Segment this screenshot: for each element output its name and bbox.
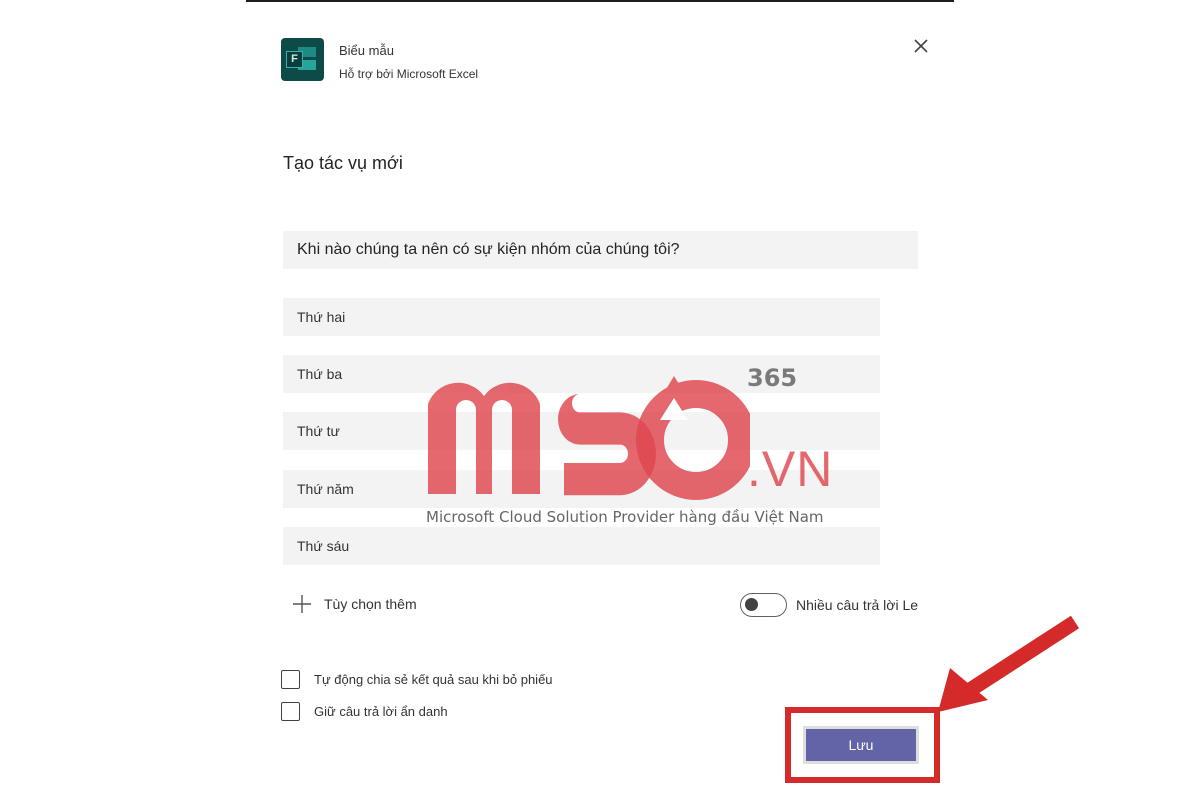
anonymous-checkbox[interactable]	[281, 701, 300, 721]
forms-app-icon: F	[281, 38, 324, 81]
multiple-answers-toggle-group: Nhiều câu trả lời Le	[740, 592, 918, 618]
add-option-label: Tùy chọn thêm	[324, 596, 417, 612]
annotation-arrow-icon	[938, 615, 1080, 712]
share-results-setting: Tự động chia sẻ kết quả sau khi bỏ phiếu	[281, 668, 553, 690]
window-top-border	[246, 0, 954, 2]
app-subtitle: Hỗ trợ bởi Microsoft Excel	[339, 67, 479, 81]
option-input-2[interactable]: Thứ ba	[283, 355, 880, 393]
add-option-button[interactable]: Tùy chọn thêm	[290, 593, 417, 615]
anonymous-setting: Giữ câu trả lời ẩn danh	[281, 700, 448, 722]
close-button[interactable]	[911, 36, 931, 56]
anonymous-label: Giữ câu trả lời ẩn danh	[314, 703, 448, 719]
option-input-4[interactable]: Thứ năm	[283, 470, 880, 508]
forms-app-icon-letter: F	[286, 51, 303, 68]
close-icon	[914, 39, 928, 53]
option-input-3[interactable]: Thứ tư	[283, 412, 880, 450]
share-results-checkbox[interactable]	[281, 669, 300, 689]
multiple-answers-toggle[interactable]	[740, 593, 787, 617]
question-input[interactable]: Khi nào chúng ta nên có sự kiện nhóm của…	[283, 231, 918, 269]
watermark-tagline: Microsoft Cloud Solution Provider hàng đ…	[426, 508, 824, 526]
option-input-1[interactable]: Thứ hai	[283, 298, 880, 336]
page-title: Tạo tác vụ mới	[283, 153, 403, 173]
option-input-5[interactable]: Thứ sáu	[283, 527, 880, 565]
toggle-knob	[745, 598, 758, 611]
save-button[interactable]: Lưu	[803, 726, 919, 764]
share-results-label: Tự động chia sẻ kết quả sau khi bỏ phiếu	[314, 671, 553, 687]
multiple-answers-label: Nhiều câu trả lời Le	[796, 597, 919, 613]
app-title: Biểu mẫu	[339, 43, 394, 58]
plus-icon	[290, 592, 314, 616]
